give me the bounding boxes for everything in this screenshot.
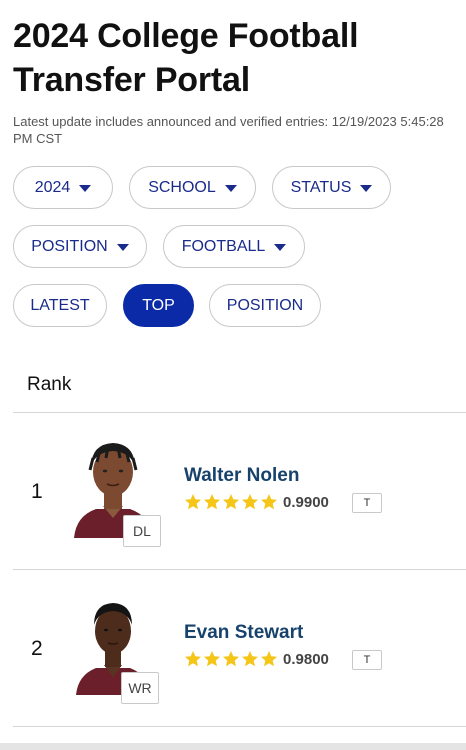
star-icon <box>185 494 201 510</box>
row-divider <box>13 726 466 727</box>
star-icon <box>242 494 258 510</box>
player-name-link[interactable]: Evan Stewart <box>184 622 303 644</box>
tab-latest-label: LATEST <box>30 296 90 314</box>
school-filter-label: SCHOOL <box>148 178 216 196</box>
player-rating: 0.9800 <box>283 651 329 668</box>
position-filter-label: POSITION <box>31 237 108 255</box>
transfer-portal-page: 2024 College Football Transfer Portal La… <box>0 0 466 750</box>
header-divider <box>13 412 466 413</box>
star-icon <box>185 651 201 667</box>
caret-down-icon <box>274 243 287 251</box>
tab-latest[interactable]: LATEST <box>13 284 107 327</box>
tab-top[interactable]: TOP <box>123 284 194 327</box>
caret-down-icon <box>224 184 237 192</box>
bottom-scroll-shadow <box>0 743 466 750</box>
player-rating: 0.9900 <box>283 494 329 511</box>
status-filter-dropdown[interactable]: STATUS <box>272 166 391 209</box>
star-icon <box>242 651 258 667</box>
rank-column-header: Rank <box>27 374 72 395</box>
status-filter-label: STATUS <box>290 178 352 196</box>
position-badge: WR <box>121 672 159 704</box>
position-badge: DL <box>123 515 161 547</box>
sport-filter-dropdown[interactable]: FOOTBALL <box>163 225 305 268</box>
caret-down-icon <box>116 243 129 251</box>
school-filter-dropdown[interactable]: SCHOOL <box>129 166 256 209</box>
star-icon <box>261 494 277 510</box>
star-icon <box>223 651 239 667</box>
transfer-tag-badge: T <box>352 650 382 670</box>
caret-down-icon <box>79 184 92 192</box>
position-filter-dropdown[interactable]: POSITION <box>13 225 147 268</box>
tab-top-label: TOP <box>142 296 175 314</box>
tab-position-label: POSITION <box>226 296 304 314</box>
star-icon <box>204 651 220 667</box>
star-icon <box>223 494 239 510</box>
star-rating <box>184 493 278 511</box>
tab-position[interactable]: POSITION <box>209 284 321 327</box>
year-filter-dropdown[interactable]: 2024 <box>13 166 113 209</box>
row-divider <box>13 569 466 570</box>
star-rating <box>184 650 278 668</box>
star-icon <box>261 651 277 667</box>
player-rank: 1 <box>31 480 43 503</box>
caret-down-icon <box>360 184 373 192</box>
star-icon <box>204 494 220 510</box>
last-update-text: Latest update includes announced and ver… <box>13 114 444 146</box>
page-title: 2024 College Football Transfer Portal <box>13 17 359 99</box>
player-name-link[interactable]: Walter Nolen <box>184 465 299 487</box>
transfer-tag-badge: T <box>352 493 382 513</box>
year-filter-label: 2024 <box>34 178 71 196</box>
player-rank: 2 <box>31 637 43 660</box>
sport-filter-label: FOOTBALL <box>181 237 266 255</box>
